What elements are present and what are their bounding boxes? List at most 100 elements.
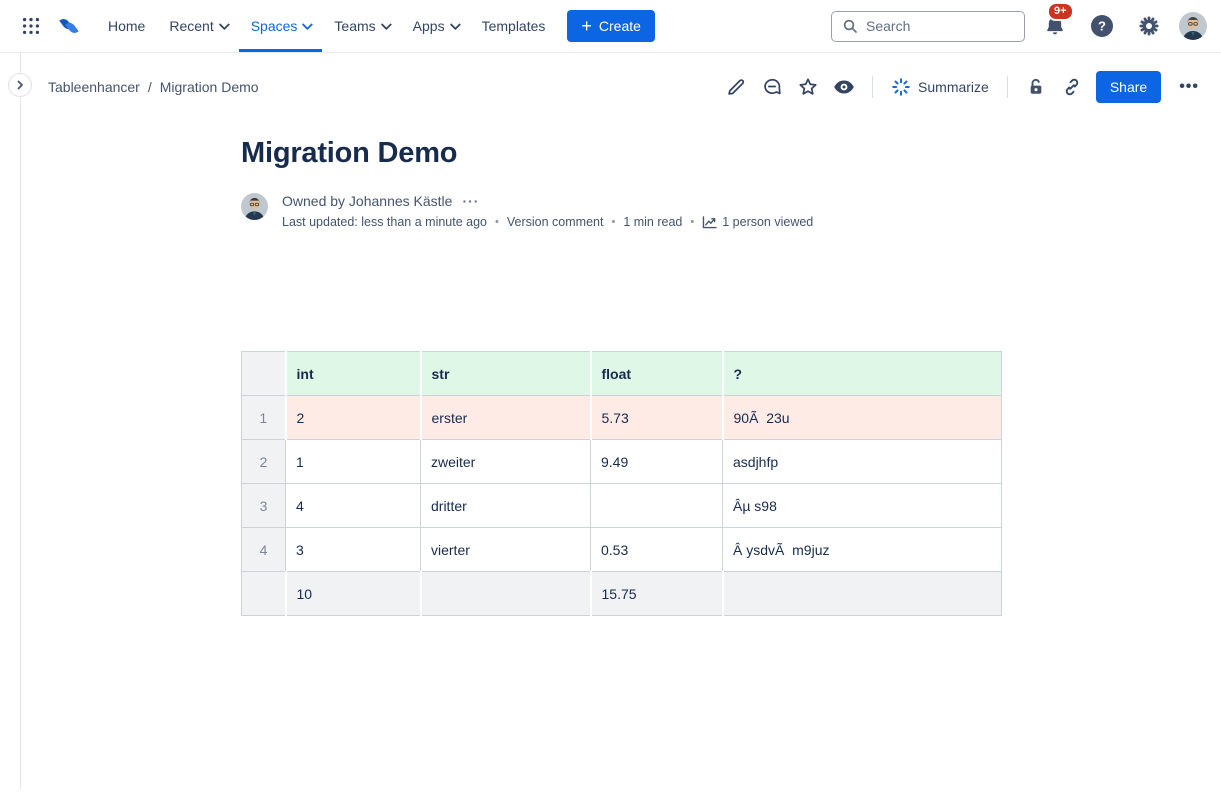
table-footer-row: 10 15.75 bbox=[242, 572, 1002, 616]
more-actions-button[interactable]: ••• bbox=[1171, 74, 1207, 100]
search-input[interactable] bbox=[866, 18, 996, 34]
chevron-down-icon bbox=[302, 19, 313, 30]
table-footer-cell bbox=[421, 572, 591, 616]
row-number: 3 bbox=[242, 484, 286, 528]
confluence-logo-icon[interactable] bbox=[56, 13, 82, 39]
breadcrumb: Tableenhancer / Migration Demo bbox=[48, 79, 259, 95]
table-cell: erster bbox=[421, 396, 591, 440]
comments-button[interactable] bbox=[756, 71, 788, 103]
nav-item-spaces[interactable]: Spaces bbox=[239, 0, 323, 52]
table-cell: dritter bbox=[421, 484, 591, 528]
notification-count-badge: 9+ bbox=[1047, 2, 1074, 21]
table-row: 3 4 dritter Âµ s98 bbox=[242, 484, 1002, 528]
dot-separator: • bbox=[690, 216, 694, 228]
table-cell: 2 bbox=[286, 396, 421, 440]
create-label: Create bbox=[599, 18, 641, 34]
sparkle-icon bbox=[891, 77, 911, 97]
app-switcher-button[interactable] bbox=[16, 11, 46, 41]
toolbar-divider bbox=[1007, 76, 1008, 98]
notifications: 9+ bbox=[1039, 10, 1071, 42]
table-cell bbox=[591, 484, 723, 528]
viewed-count-text: 1 person viewed bbox=[722, 215, 813, 229]
nav-item-teams[interactable]: Teams bbox=[322, 0, 400, 52]
unlock-icon bbox=[1025, 76, 1047, 98]
nav-item-templates[interactable]: Templates bbox=[470, 0, 558, 52]
page-header-row: Tableenhancer / Migration Demo bbox=[48, 70, 1207, 104]
column-header-str[interactable]: str bbox=[421, 352, 591, 396]
table-footer-cell: 10 bbox=[286, 572, 421, 616]
help-icon: ? bbox=[1089, 13, 1115, 39]
plus-icon: + bbox=[581, 17, 592, 35]
byline: Owned by Johannes Kästle ··· Last update… bbox=[241, 193, 1001, 229]
nav-item-apps[interactable]: Apps bbox=[401, 0, 470, 52]
star-icon bbox=[797, 76, 819, 98]
sidebar-rail bbox=[20, 53, 21, 790]
table-cell: 1 bbox=[286, 440, 421, 484]
pencil-icon bbox=[725, 76, 747, 98]
search-box[interactable] bbox=[831, 11, 1025, 42]
table-cell: 4 bbox=[286, 484, 421, 528]
edit-button[interactable] bbox=[720, 71, 752, 103]
owner-avatar[interactable] bbox=[241, 193, 268, 229]
page-title: Migration Demo bbox=[241, 137, 1001, 170]
summarize-button[interactable]: Summarize bbox=[885, 71, 995, 103]
nav-label: Recent bbox=[169, 18, 213, 34]
table-cell: zweiter bbox=[421, 440, 591, 484]
settings-button[interactable] bbox=[1133, 10, 1165, 42]
version-comment-link[interactable]: Version comment bbox=[507, 215, 604, 229]
chevron-down-icon bbox=[449, 19, 460, 30]
table-footer-cell: 15.75 bbox=[591, 572, 723, 616]
last-updated-text[interactable]: Last updated: less than a minute ago bbox=[282, 215, 487, 229]
top-navigation-bar: Home Recent Spaces Teams Apps Templates bbox=[0, 0, 1221, 53]
nav-label: Spaces bbox=[251, 18, 298, 34]
nav-label: Apps bbox=[413, 18, 445, 34]
primary-nav: Home Recent Spaces Teams Apps Templates bbox=[96, 0, 557, 52]
table-cell: Â ysdvÃ m9juz bbox=[723, 528, 1002, 572]
confluence-app: Home Recent Spaces Teams Apps Templates bbox=[0, 0, 1221, 799]
nav-item-recent[interactable]: Recent bbox=[157, 0, 238, 52]
breadcrumb-space-link[interactable]: Tableenhancer bbox=[48, 79, 140, 95]
grid-icon bbox=[20, 15, 42, 37]
expand-sidebar-button[interactable] bbox=[8, 73, 32, 97]
byline-text: Owned by Johannes Kästle ··· Last update… bbox=[282, 193, 813, 229]
nav-item-home[interactable]: Home bbox=[96, 0, 157, 52]
page-actions-toolbar: Summarize bbox=[720, 71, 1207, 103]
restrictions-button[interactable] bbox=[1020, 71, 1052, 103]
breadcrumb-page-link[interactable]: Migration Demo bbox=[160, 79, 259, 95]
search-icon bbox=[842, 18, 858, 34]
owned-by-text: Owned by Johannes Kästle bbox=[282, 193, 452, 209]
row-number: 2 bbox=[242, 440, 286, 484]
table-cell: 5.73 bbox=[591, 396, 723, 440]
table-cell: vierter bbox=[421, 528, 591, 572]
data-table: int str float ? 1 2 erster 5.73 90Ã 23u bbox=[241, 351, 1002, 616]
gear-icon bbox=[1137, 14, 1161, 38]
nav-label: Teams bbox=[334, 18, 375, 34]
table-cell: 90Ã 23u bbox=[723, 396, 1002, 440]
table-row: 1 2 erster 5.73 90Ã 23u bbox=[242, 396, 1002, 440]
profile-avatar[interactable] bbox=[1179, 12, 1207, 40]
help-button[interactable]: ? bbox=[1085, 9, 1119, 43]
watch-button[interactable] bbox=[828, 71, 860, 103]
column-header-int[interactable]: int bbox=[286, 352, 421, 396]
star-button[interactable] bbox=[792, 71, 824, 103]
link-icon bbox=[1061, 76, 1083, 98]
analytics-chart-icon bbox=[702, 216, 717, 229]
table-cell: 3 bbox=[286, 528, 421, 572]
read-time-text: 1 min read bbox=[623, 215, 682, 229]
column-header-q[interactable]: ? bbox=[723, 352, 1002, 396]
copy-link-button[interactable] bbox=[1056, 71, 1088, 103]
column-header-float[interactable]: float bbox=[591, 352, 723, 396]
share-button[interactable]: Share bbox=[1096, 71, 1161, 103]
dot-separator: • bbox=[611, 216, 615, 228]
table-wrapper: int str float ? 1 2 erster 5.73 90Ã 23u bbox=[241, 351, 1001, 616]
table-cell: 9.49 bbox=[591, 440, 723, 484]
byline-more-button[interactable]: ··· bbox=[460, 193, 481, 209]
topnav-right-group: 9+ ? bbox=[831, 9, 1207, 43]
comment-icon bbox=[761, 76, 783, 98]
row-number bbox=[242, 572, 286, 616]
table-footer-cell bbox=[723, 572, 1002, 616]
table-header-row: int str float ? bbox=[242, 352, 1002, 396]
create-button[interactable]: + Create bbox=[567, 10, 655, 42]
analytics-viewed[interactable]: 1 person viewed bbox=[702, 215, 813, 229]
eye-icon bbox=[832, 75, 856, 99]
